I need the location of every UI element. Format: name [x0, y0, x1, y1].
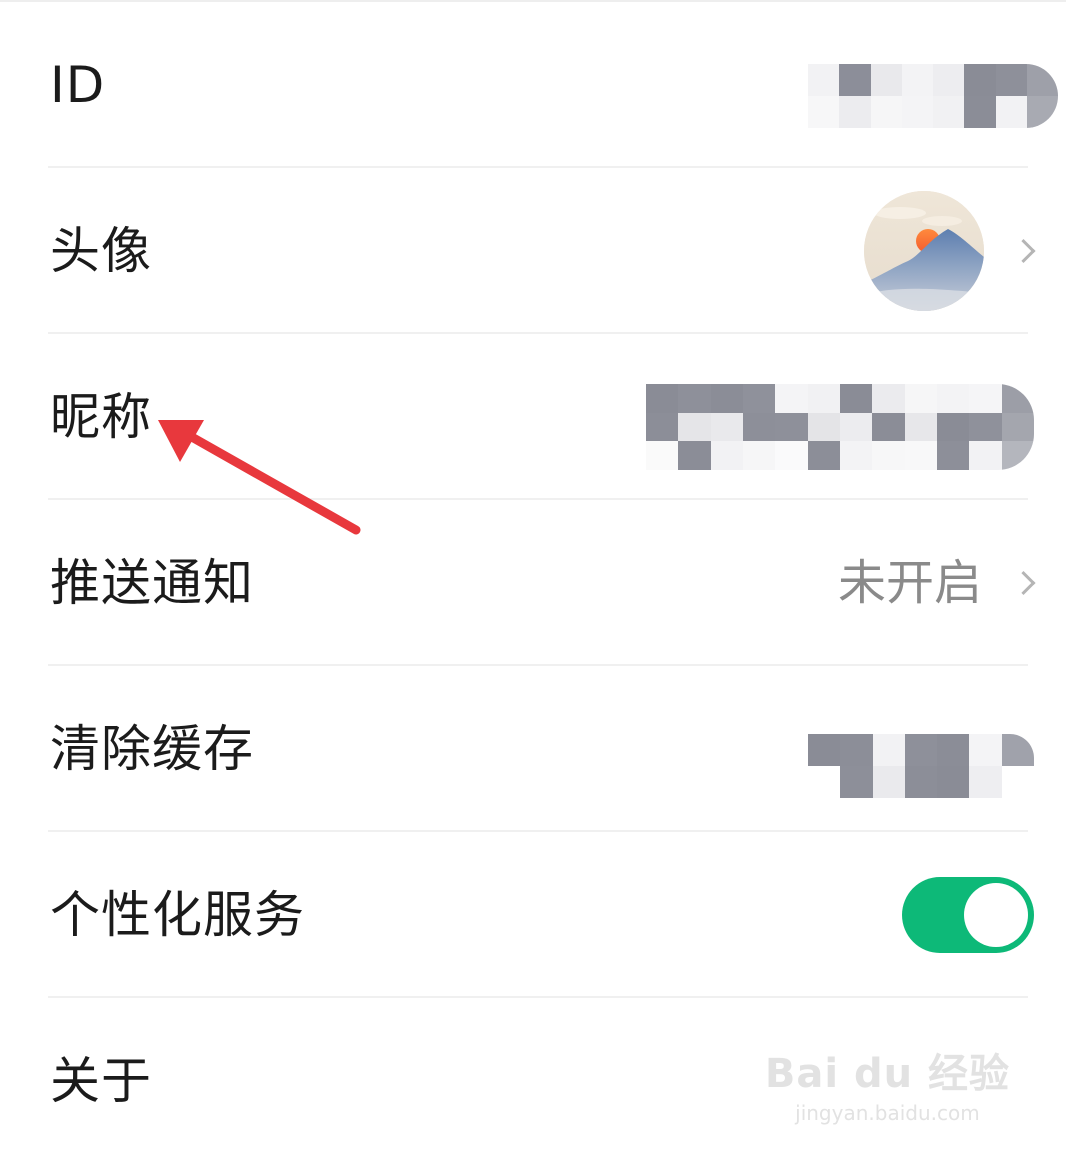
nickname-value-mosaic — [646, 384, 1034, 470]
mountain-sun-avatar-icon — [864, 191, 984, 311]
watermark-url: jingyan.baidu.com — [795, 1101, 980, 1125]
row-avatar[interactable]: 头像 — [0, 168, 1066, 334]
row-clear-cache-label: 清除缓存 — [50, 720, 254, 778]
personalized-service-toggle[interactable] — [902, 877, 1034, 953]
row-id: ID — [0, 2, 1066, 168]
row-nickname-label: 昵称 — [50, 388, 152, 446]
baidu-jingyan-watermark: Bai du 经验 jingyan.baidu.com — [765, 1041, 1010, 1125]
row-avatar-label: 头像 — [50, 222, 152, 280]
row-nickname[interactable]: 昵称 — [0, 334, 1066, 500]
chevron-right-icon — [1011, 238, 1036, 264]
row-personalized-service: 个性化服务 — [0, 832, 1066, 998]
cache-size-mosaic — [808, 734, 1034, 798]
id-value-mosaic — [808, 64, 1058, 128]
row-push-label: 推送通知 — [50, 554, 254, 612]
row-id-label: ID — [50, 56, 106, 114]
avatar[interactable] — [864, 191, 984, 311]
toggle-knob — [964, 883, 1028, 947]
settings-page: ID 头像 昵称 推送通知 未开启 清除缓存 个性化服务 关于 Bai du 经… — [0, 0, 1066, 1151]
push-status-value: 未开启 — [837, 555, 982, 611]
watermark-logo: Bai du 经验 — [764, 1051, 1010, 1097]
row-about-label: 关于 — [50, 1052, 152, 1110]
row-clear-cache[interactable]: 清除缓存 — [0, 666, 1066, 832]
row-push-notification[interactable]: 推送通知 未开启 — [0, 500, 1066, 666]
chevron-right-icon — [1011, 570, 1036, 596]
row-personalized-label: 个性化服务 — [50, 886, 305, 944]
